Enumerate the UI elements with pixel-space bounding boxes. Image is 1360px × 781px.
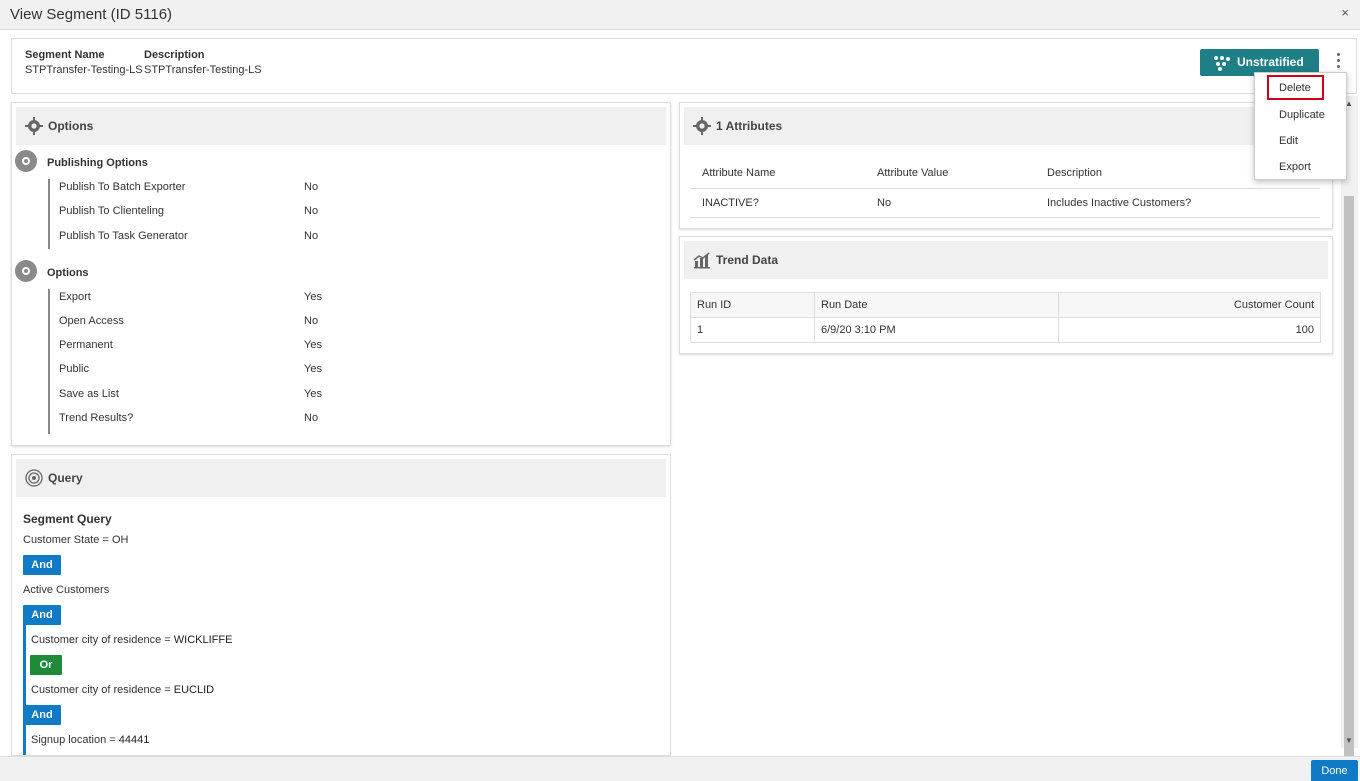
option-value: Yes — [304, 388, 322, 400]
option-name: Publish To Clienteling — [59, 205, 164, 217]
option-name: Open Access — [59, 315, 124, 327]
option-name: Public — [59, 363, 89, 375]
unstratified-label: Unstratified — [1237, 55, 1304, 69]
option-row: Publish To Clienteling No — [59, 205, 389, 221]
option-value: Yes — [304, 339, 322, 351]
option-value: Yes — [304, 363, 322, 375]
query-condition: Active Customers — [23, 584, 110, 596]
option-value: Yes — [304, 291, 322, 303]
attributes-table: Attribute Name Attribute Value Descripti… — [690, 158, 1320, 218]
column-header: Attribute Value — [865, 158, 1035, 189]
table-header-row: Run ID Run Date Customer Count — [690, 292, 1321, 318]
option-name: Save as List — [59, 388, 119, 400]
scroll-down-icon[interactable]: ▼ — [1345, 736, 1353, 745]
option-value: No — [304, 181, 319, 193]
segment-name-field: Segment Name STPTransfer-Testing-LS — [25, 49, 143, 76]
option-value: No — [304, 315, 319, 327]
publishing-options-title: Publishing Options — [47, 157, 148, 169]
option-row: Save as List Yes — [59, 388, 389, 404]
segment-name-label: Segment Name — [25, 49, 105, 61]
menu-item-edit[interactable]: Edit — [1279, 135, 1298, 147]
option-value: No — [304, 412, 319, 424]
table-cell: No — [865, 188, 1035, 218]
table-cell: 6/9/20 3:10 PM — [814, 317, 1059, 343]
table-row: INACTIVE? No Includes Inactive Customers… — [690, 188, 1320, 218]
trend-data-table: Run ID Run Date Customer Count 1 6/9/20 … — [690, 292, 1321, 343]
actions-menu: Delete Duplicate Edit Export — [1254, 72, 1347, 180]
options-group-title: Options — [47, 267, 89, 279]
and-operator-button[interactable]: And — [23, 705, 61, 725]
options-panel-title: Options — [48, 119, 94, 133]
option-row: Publish To Task Generator No — [59, 230, 389, 246]
segment-header: Segment Name STPTransfer-Testing-LS Desc… — [11, 38, 1357, 94]
option-name: Export — [59, 291, 91, 303]
menu-item-delete[interactable]: Delete — [1279, 82, 1311, 94]
or-operator-button[interactable]: Or — [30, 655, 62, 675]
option-row: Export Yes — [59, 291, 389, 307]
column-header[interactable]: Run Date — [814, 292, 1059, 318]
and-operator-button[interactable]: And — [23, 605, 61, 625]
gear-icon — [25, 117, 43, 135]
table-cell: Includes Inactive Customers? — [1035, 188, 1320, 218]
table-header-row: Attribute Name Attribute Value Descripti… — [690, 158, 1320, 189]
target-icon — [25, 469, 43, 487]
and-operator-button[interactable]: And — [23, 555, 61, 575]
option-row: Permanent Yes — [59, 339, 389, 355]
column-header[interactable]: Customer Count — [1058, 292, 1321, 318]
trend-chart-icon — [693, 252, 710, 269]
table-cell: INACTIVE? — [690, 188, 865, 218]
trend-data-panel-title: Trend Data — [716, 253, 779, 267]
option-row: Open Access No — [59, 315, 389, 331]
table-row: 1 6/9/20 3:10 PM 100 — [690, 317, 1321, 343]
menu-item-export[interactable]: Export — [1279, 161, 1311, 173]
window-title: View Segment (ID 5116) — [10, 6, 173, 23]
column-header: Attribute Name — [690, 158, 865, 189]
stratify-icon — [1214, 56, 1230, 71]
segment-name-value: STPTransfer-Testing-LS — [25, 64, 143, 76]
attributes-panel-title: 1 Attributes — [716, 119, 783, 133]
option-name: Permanent — [59, 339, 113, 351]
option-value: No — [304, 205, 319, 217]
vertical-scrollbar[interactable]: ▲ ▼ — [1341, 96, 1358, 769]
option-row: Publish To Batch Exporter No — [59, 181, 389, 197]
query-panel: Query Segment Query Customer State = OH … — [11, 454, 671, 756]
option-row: Public Yes — [59, 363, 389, 379]
gear-icon — [693, 117, 711, 135]
query-condition: Customer State = OH — [23, 534, 129, 546]
query-condition: Customer city of residence = EUCLID — [31, 684, 215, 696]
publishing-options-icon — [15, 150, 37, 172]
menu-item-duplicate[interactable]: Duplicate — [1279, 109, 1325, 121]
option-row: Trend Results? No — [59, 412, 389, 428]
segment-query-heading: Segment Query — [23, 512, 112, 526]
scrollbar-thumb[interactable] — [1344, 196, 1354, 769]
option-name: Trend Results? — [59, 412, 134, 424]
trend-data-panel: Trend Data Run ID Run Date Customer Coun… — [679, 236, 1333, 354]
query-panel-header: Query — [16, 459, 666, 497]
description-label: Description — [144, 49, 205, 61]
table-cell: 1 — [690, 317, 815, 343]
options-panel: Options Publishing Options Publish To Ba… — [11, 102, 671, 446]
query-condition: Customer city of residence = WICKLIFFE — [31, 634, 233, 646]
attributes-panel: 1 Attributes Attribute Name Attribute Va… — [679, 102, 1333, 229]
more-actions-icon[interactable] — [1333, 53, 1343, 73]
option-name: Publish To Task Generator — [59, 230, 188, 242]
options-group-icon — [15, 260, 37, 282]
attributes-panel-header: 1 Attributes — [684, 107, 1328, 145]
option-value: No — [304, 230, 319, 242]
dialog-footer: Done — [0, 756, 1360, 781]
options-panel-header: Options — [16, 107, 666, 145]
description-value: STPTransfer-Testing-LS — [144, 64, 262, 76]
table-cell: 100 — [1058, 317, 1321, 343]
close-icon[interactable]: × — [1341, 5, 1349, 20]
trend-data-panel-header: Trend Data — [684, 241, 1328, 279]
description-field: Description STPTransfer-Testing-LS — [144, 49, 262, 76]
done-button[interactable]: Done — [1311, 760, 1358, 781]
window-titlebar: View Segment (ID 5116) × — [0, 0, 1360, 30]
column-header[interactable]: Run ID — [690, 292, 815, 318]
option-name: Publish To Batch Exporter — [59, 181, 186, 193]
query-panel-title: Query — [48, 471, 83, 485]
query-group-rail — [23, 623, 26, 755]
query-condition: Signup location = 44441 — [31, 734, 150, 746]
